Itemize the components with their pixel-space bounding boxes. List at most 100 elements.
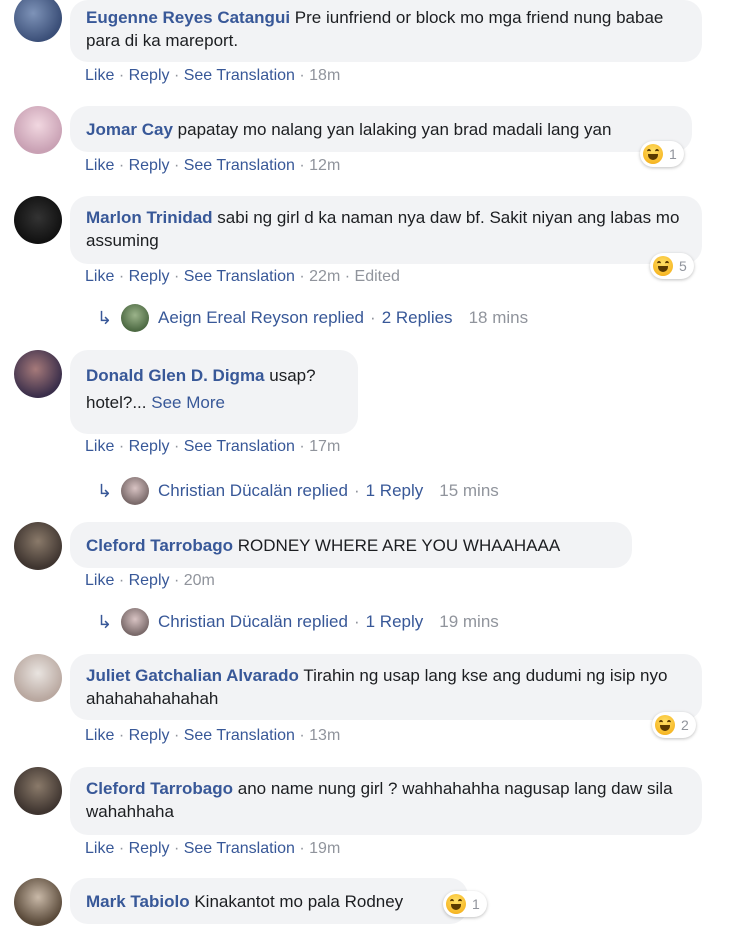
avatar[interactable] [14, 350, 62, 398]
comment-timestamp[interactable]: 13m [309, 727, 340, 744]
separator: · [118, 572, 125, 589]
comment-bubble: Juliet Gatchalian Alvarado Tirahin ng us… [70, 654, 702, 720]
like-button[interactable]: Like [85, 572, 114, 589]
separator: · [173, 840, 180, 857]
avatar[interactable] [14, 654, 62, 702]
replies-time: 15 mins [439, 481, 499, 500]
separator: · [118, 727, 125, 744]
reply-button[interactable]: Reply [129, 727, 170, 744]
separator: · [173, 572, 180, 589]
replies-count[interactable]: 1 Reply [366, 612, 424, 632]
like-button[interactable]: Like [85, 67, 114, 84]
comment-timestamp[interactable]: 17m [309, 438, 340, 455]
reply-button[interactable]: Reply [129, 438, 170, 455]
haha-icon [655, 715, 675, 735]
separator: · [299, 268, 305, 285]
separator: · [118, 840, 125, 857]
comment-author[interactable]: Cleford Tarrobago [86, 536, 233, 555]
reply-button[interactable]: Reply [129, 572, 170, 589]
like-button[interactable]: Like [85, 268, 114, 285]
comment-author[interactable]: Juliet Gatchalian Alvarado [86, 666, 299, 685]
replies-link[interactable]: ↳ Christian Dücalän replied · 1 Reply 15… [97, 477, 499, 505]
like-button[interactable]: Like [85, 840, 114, 857]
separator: · [118, 157, 125, 174]
see-translation-link[interactable]: See Translation [184, 840, 295, 857]
like-button[interactable]: Like [85, 727, 114, 744]
replies-link[interactable]: ↳ Aeign Ereal Reyson replied · 2 Replies… [97, 304, 528, 332]
avatar[interactable] [14, 767, 62, 815]
comment-timestamp[interactable]: 12m [309, 157, 340, 174]
comment-bubble: Donald Glen D. Digma usap? hotel?... See… [70, 350, 358, 434]
comment-bubble: Cleford Tarrobago RODNEY WHERE ARE YOU W… [70, 522, 632, 568]
see-translation-link[interactable]: See Translation [184, 727, 295, 744]
avatar[interactable] [14, 196, 62, 244]
comment-actions: Like · Reply · See Translation · 22m · E… [85, 268, 400, 286]
replies-author[interactable]: Christian Dücalän replied [158, 481, 348, 501]
comment-actions: Like · Reply · See Translation · 18m [85, 67, 340, 85]
separator: · [118, 67, 125, 84]
replies-link[interactable]: ↳ Christian Dücalän replied · 1 Reply 19… [97, 608, 499, 636]
reply-arrow-icon: ↳ [97, 307, 113, 328]
see-translation-link[interactable]: See Translation [184, 157, 295, 174]
reply-arrow-icon: ↳ [97, 611, 113, 632]
comment-bubble: Cleford Tarrobago ano name nung girl ? w… [70, 767, 702, 835]
replies-time: 18 mins [468, 308, 529, 327]
reply-button[interactable]: Reply [129, 67, 170, 84]
reply-button[interactable]: Reply [129, 157, 170, 174]
separator: · [344, 268, 351, 285]
separator: · [353, 481, 360, 500]
reply-button[interactable]: Reply [129, 840, 170, 857]
comment-author[interactable]: Marlon Trinidad [86, 208, 213, 227]
comment-timestamp[interactable]: 18m [309, 67, 340, 84]
see-translation-link[interactable]: See Translation [184, 268, 295, 285]
replies-author[interactable]: Christian Dücalän replied [158, 612, 348, 632]
reply-button[interactable]: Reply [129, 268, 170, 285]
comment-text: papatay mo nalang yan lalaking yan brad … [177, 120, 612, 139]
edited-label[interactable]: Edited [355, 268, 400, 285]
separator: · [173, 438, 180, 455]
see-translation-link[interactable]: See Translation [184, 67, 295, 84]
see-more-link[interactable]: See More [151, 393, 225, 412]
reaction-summary[interactable]: 2 [652, 712, 696, 738]
replies-time: 19 mins [439, 612, 499, 631]
comment-author[interactable]: Jomar Cay [86, 120, 173, 139]
separator: · [299, 67, 305, 84]
comment-timestamp[interactable]: 20m [184, 572, 215, 589]
comment-actions: Like · Reply · See Translation · 19m [85, 840, 340, 858]
replies-author[interactable]: Aeign Ereal Reyson replied [158, 308, 364, 328]
comment-bubble: Jomar Cay papatay mo nalang yan lalaking… [70, 106, 692, 152]
avatar [121, 304, 149, 332]
haha-icon [446, 894, 466, 914]
avatar[interactable] [14, 0, 62, 42]
avatar[interactable] [14, 106, 62, 154]
comment-timestamp[interactable]: 19m [309, 840, 340, 857]
reaction-summary[interactable]: 1 [443, 891, 487, 917]
avatar [121, 477, 149, 505]
avatar [121, 608, 149, 636]
comment-text: Kinakantot mo pala Rodney [194, 892, 404, 911]
comment-actions: Like · Reply · 20m [85, 572, 215, 590]
see-translation-link[interactable]: See Translation [184, 438, 295, 455]
replies-count[interactable]: 1 Reply [366, 481, 424, 501]
separator: · [173, 727, 180, 744]
separator: · [299, 157, 305, 174]
comment-actions: Like · Reply · See Translation · 13m [85, 727, 340, 745]
reaction-count: 5 [679, 258, 687, 274]
comment-author[interactable]: Donald Glen D. Digma [86, 366, 265, 385]
comment-timestamp[interactable]: 22m [309, 268, 340, 285]
comment-actions: Like · Reply · See Translation · 17m [85, 438, 340, 456]
comment-author[interactable]: Cleford Tarrobago [86, 779, 233, 798]
like-button[interactable]: Like [85, 157, 114, 174]
separator: · [118, 438, 125, 455]
avatar[interactable] [14, 522, 62, 570]
separator: · [118, 268, 125, 285]
replies-count[interactable]: 2 Replies [382, 308, 453, 328]
like-button[interactable]: Like [85, 438, 114, 455]
separator: · [299, 840, 305, 857]
avatar[interactable] [14, 878, 62, 926]
separator: · [299, 727, 305, 744]
comment-author[interactable]: Mark Tabiolo [86, 892, 190, 911]
reaction-summary[interactable]: 5 [650, 253, 694, 279]
comment-author[interactable]: Eugenne Reyes Catangui [86, 8, 290, 27]
reaction-summary[interactable]: 1 [640, 141, 684, 167]
